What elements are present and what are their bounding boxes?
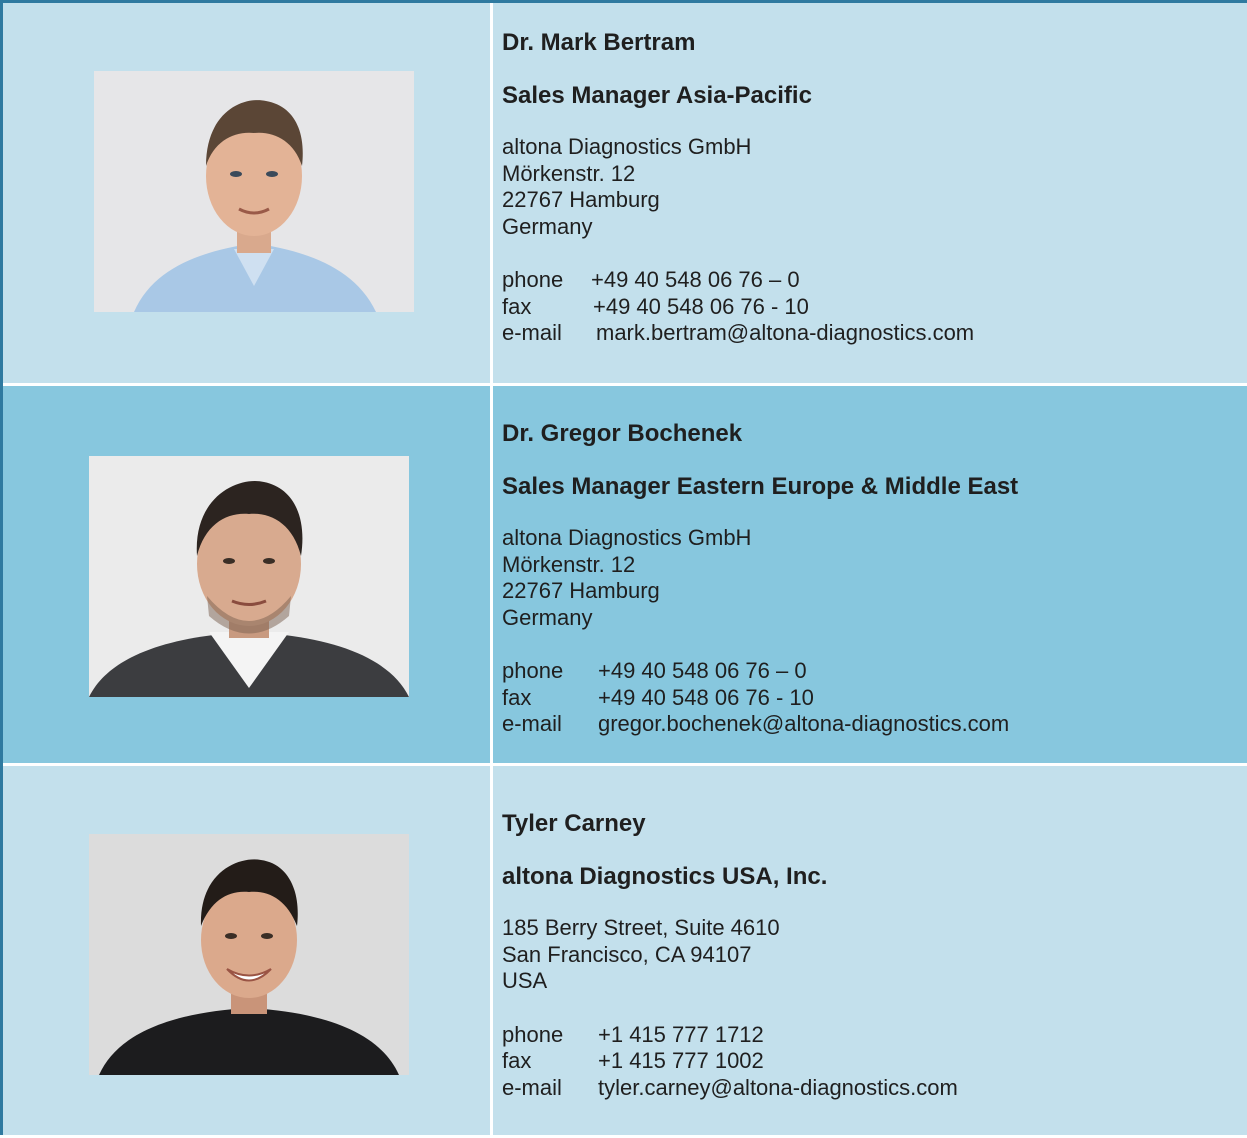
email-label: e-mail bbox=[502, 320, 562, 345]
contact-row-carney: Tyler Carney altona Diagnostics USA, Inc… bbox=[3, 766, 1247, 1135]
contact-details: phone +1 415 777 1712 fax +1 415 777 1002 … bbox=[502, 1022, 1247, 1102]
fax-value: +49 40 548 06 76 - 10 bbox=[598, 684, 814, 710]
fax-label: fax bbox=[502, 1048, 532, 1073]
address-line: San Francisco, CA 94107 bbox=[502, 941, 752, 967]
contact-address: altona Diagnostics GmbH Mörkenstr. 12 22… bbox=[502, 134, 1247, 240]
phone-value[interactable]: +1 415 777 1712 bbox=[598, 1022, 764, 1049]
phone-label: phone bbox=[502, 267, 564, 292]
contact-address: altona Diagnostics GmbH Mörkenstr. 12 22… bbox=[502, 525, 1247, 631]
address-line: 22767 Hamburg bbox=[502, 187, 660, 212]
address-line: 185 Berry Street, Suite 4610 bbox=[502, 915, 780, 940]
contact-table: Dr. Mark Bertram Sales Manager Asia-Paci… bbox=[0, 0, 1247, 1138]
portrait-photo-bertram bbox=[94, 71, 414, 312]
contact-info-carney: Tyler Carney altona Diagnostics USA, Inc… bbox=[502, 810, 1247, 1101]
address-line: altona Diagnostics GmbH bbox=[502, 525, 752, 550]
contact-role: altona Diagnostics USA, Inc. bbox=[502, 863, 828, 890]
email-label: e-mail bbox=[502, 711, 562, 736]
address-line: 22767 Hamburg bbox=[502, 578, 660, 603]
column-divider bbox=[490, 3, 493, 1138]
contact-address: 185 Berry Street, Suite 4610 San Francis… bbox=[502, 915, 1247, 995]
contact-details: phone +49 40 548 06 76 – 0 fax +49 40 548 … bbox=[502, 658, 1247, 738]
address-line: USA bbox=[502, 968, 548, 993]
address-line: Mörkenstr. 12 bbox=[502, 160, 636, 186]
email-link[interactable]: gregor.bochenek@altona-diagnostics.com bbox=[598, 711, 1009, 738]
contact-name: Tyler Carney bbox=[502, 810, 646, 837]
phone-label: phone bbox=[502, 1021, 564, 1047]
contact-info-bertram: Dr. Mark Bertram Sales Manager Asia-Paci… bbox=[502, 29, 1247, 347]
contact-row-bochenek: Dr. Gregor Bochenek Sales Manager Easter… bbox=[0, 386, 1247, 766]
portrait-photo-carney bbox=[89, 834, 409, 1075]
email-link[interactable]: mark.bertram@altona-diagnostics.com bbox=[596, 320, 974, 347]
phone-label: phone bbox=[502, 658, 564, 683]
contact-details: phone +49 40 548 06 76 – 0 fax +49 40 548 … bbox=[502, 267, 1247, 347]
fax-value: +1 415 777 1002 bbox=[598, 1048, 764, 1073]
phone-value[interactable]: +49 40 548 06 76 – 0 bbox=[598, 658, 807, 685]
phone-value[interactable]: +49 40 548 06 76 – 0 bbox=[591, 267, 800, 294]
address-line: Germany bbox=[502, 604, 593, 630]
portrait-photo-bochenek bbox=[89, 456, 409, 697]
contact-row-bertram: Dr. Mark Bertram Sales Manager Asia-Paci… bbox=[3, 3, 1247, 386]
email-label: e-mail bbox=[502, 1074, 562, 1100]
contact-role: Sales Manager Asia-Pacific bbox=[502, 82, 812, 109]
fax-value: +49 40 548 06 76 - 10 bbox=[593, 293, 809, 319]
address-line: altona Diagnostics GmbH bbox=[502, 134, 752, 159]
contact-name: Dr. Gregor Bochenek bbox=[502, 420, 743, 447]
address-line: Mörkenstr. 12 bbox=[502, 551, 636, 577]
contact-info-bochenek: Dr. Gregor Bochenek Sales Manager Easter… bbox=[502, 420, 1247, 738]
email-link[interactable]: tyler.carney@altona-diagnostics.com bbox=[598, 1075, 958, 1102]
address-line: Germany bbox=[502, 213, 593, 239]
fax-label: fax bbox=[502, 293, 532, 319]
fax-label: fax bbox=[502, 684, 532, 710]
contact-role: Sales Manager Eastern Europe & Middle Ea… bbox=[502, 473, 1019, 500]
contact-name: Dr. Mark Bertram bbox=[502, 29, 696, 56]
